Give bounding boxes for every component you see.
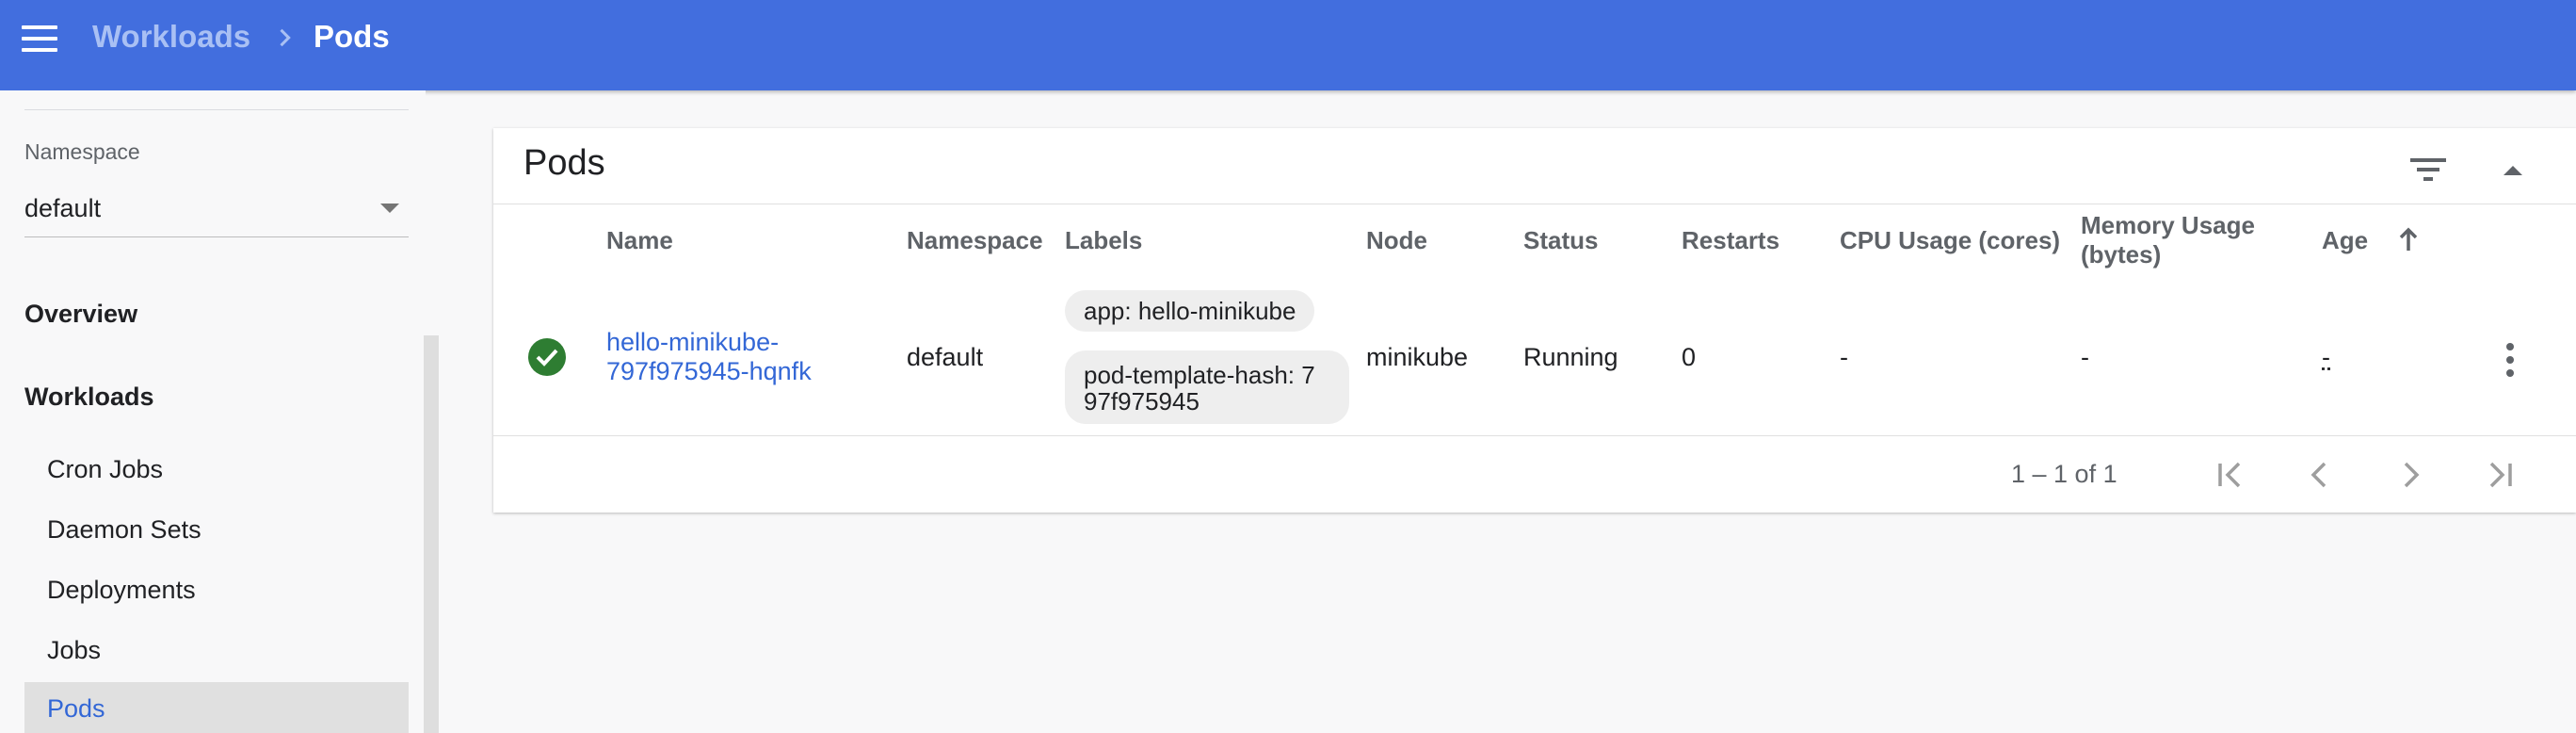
pod-node: minikube <box>1366 343 1468 372</box>
column-header-age[interactable]: Age <box>2322 226 2368 255</box>
pods-card: Pods Name Namespace Labels Node Status R… <box>493 128 2576 513</box>
label-chip: app: hello-minikube <box>1065 290 1314 332</box>
check-circle-icon <box>527 337 567 377</box>
column-header-status: Status <box>1523 226 1598 255</box>
sidebar-divider <box>24 109 409 110</box>
pod-status: Running <box>1523 343 1618 372</box>
arrow-up-icon[interactable] <box>2397 226 2420 254</box>
pod-name-link[interactable]: hello-minikube- <box>606 328 779 357</box>
sidebar-item-jobs[interactable]: Jobs <box>24 624 409 676</box>
pagination-range: 1 – 1 of 1 <box>2011 460 2117 489</box>
column-header-restarts: Restarts <box>1682 226 1779 255</box>
breadcrumb-pods: Pods <box>314 19 390 55</box>
column-header-node[interactable]: Node <box>1366 226 1427 255</box>
sidebar-item-deployments[interactable]: Deployments <box>24 563 409 616</box>
next-page-icon[interactable] <box>2388 452 2433 497</box>
column-header-name[interactable]: Name <box>606 226 673 255</box>
column-header-memory-usage-unit: (bytes) <box>2081 240 2161 269</box>
breadcrumb-workloads[interactable]: Workloads <box>92 19 250 55</box>
label-chip-line: 97f975945 <box>1084 388 1330 415</box>
collapse-icon[interactable] <box>2499 156 2527 183</box>
pod-restarts: 0 <box>1682 343 1696 372</box>
first-page-icon[interactable] <box>2207 452 2252 497</box>
pod-cpu-usage: - <box>1840 343 1848 372</box>
sidebar-scrollbar[interactable] <box>424 335 439 733</box>
pod-memory-usage: - <box>2081 343 2089 372</box>
sidebar-item-cron-jobs[interactable]: Cron Jobs <box>24 443 409 496</box>
top-app-bar: Workloads Pods <box>0 0 2576 90</box>
pod-name-link-line2[interactable]: 797f975945-hqnfk <box>606 357 812 386</box>
more-actions-icon[interactable] <box>2504 343 2516 381</box>
column-header-namespace: Namespace <box>907 226 1043 255</box>
column-header-cpu-usage: CPU Usage (cores) <box>1840 226 2060 255</box>
pod-namespace: default <box>907 343 983 372</box>
card-title: Pods <box>523 143 605 184</box>
previous-page-icon[interactable] <box>2297 452 2343 497</box>
filter-icon[interactable] <box>2408 153 2448 187</box>
column-header-memory-usage: Memory Usage <box>2081 211 2255 240</box>
sidebar: Namespace default Overview Workloads Cro… <box>0 90 426 733</box>
chevron-right-icon <box>271 24 298 51</box>
sidebar-item-daemon-sets[interactable]: Daemon Sets <box>24 503 409 556</box>
namespace-select[interactable]: default <box>24 194 409 237</box>
column-header-labels: Labels <box>1065 226 1142 255</box>
sidebar-item-overview[interactable]: Overview <box>24 300 137 329</box>
sidebar-item-pods[interactable]: Pods <box>24 682 409 733</box>
pod-age[interactable]: - <box>2322 343 2330 372</box>
menu-icon[interactable] <box>19 25 60 54</box>
dropdown-arrow-icon <box>380 204 399 213</box>
namespace-select-value: default <box>24 194 101 223</box>
label-chip-line: pod-template-hash: 7 <box>1084 362 1330 388</box>
label-chip: pod-template-hash: 7 97f975945 <box>1065 350 1349 424</box>
sidebar-item-workloads[interactable]: Workloads <box>24 383 154 412</box>
namespace-label: Namespace <box>24 139 140 165</box>
table-footer-divider <box>493 435 2576 436</box>
last-page-icon[interactable] <box>2478 452 2523 497</box>
